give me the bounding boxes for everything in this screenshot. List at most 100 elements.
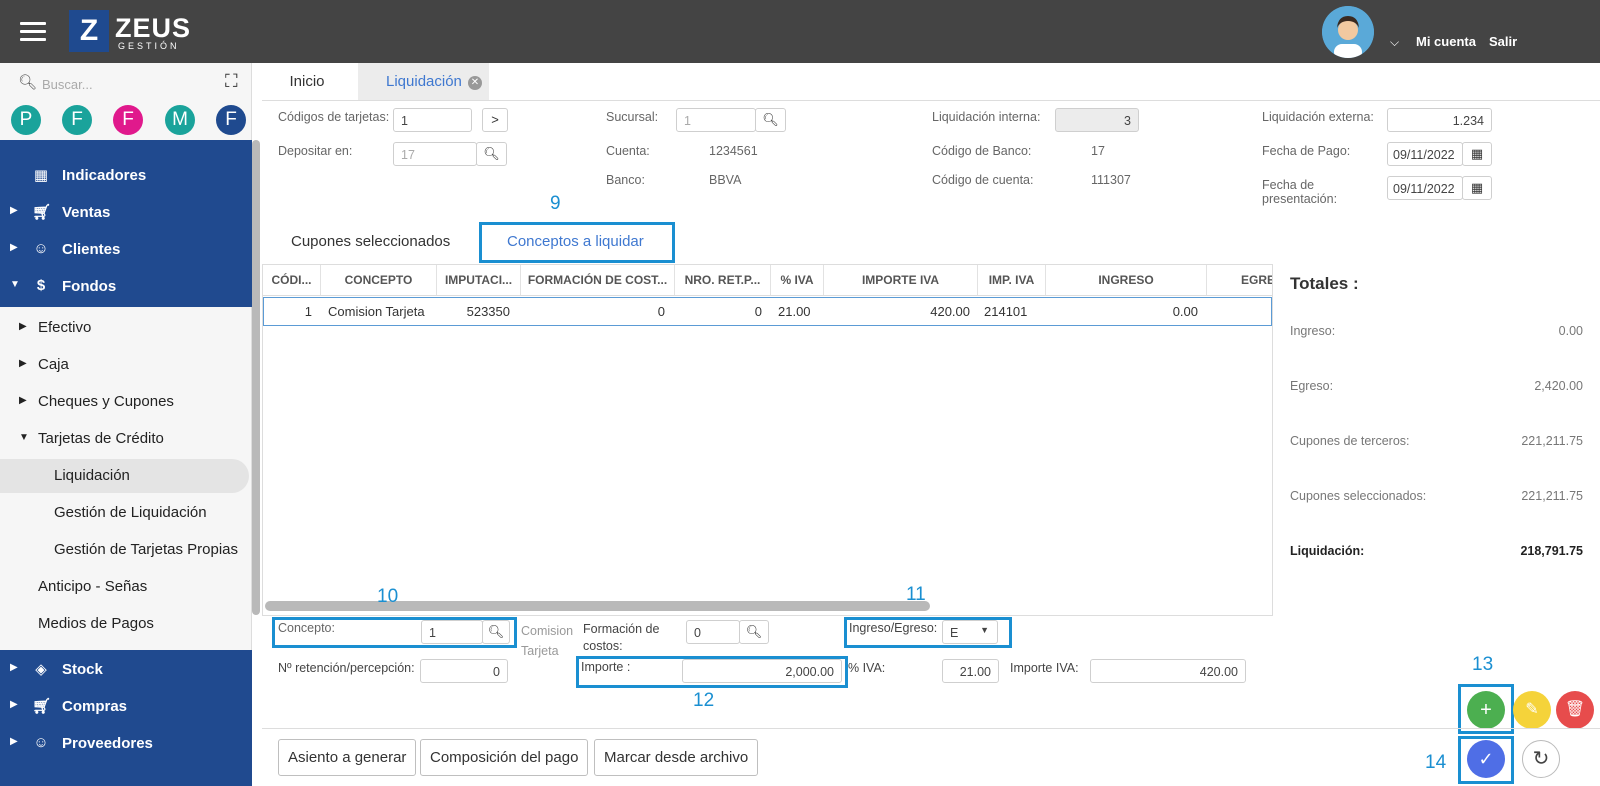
column-header[interactable]: CÓDI... [263, 265, 321, 295]
edit-button[interactable]: ✎ [1513, 691, 1551, 729]
users-icon: ☺ [33, 240, 49, 257]
account-menu[interactable]: Mi cuenta [1416, 34, 1476, 49]
next-button[interactable]: > [482, 108, 508, 132]
callout-10: 10 [377, 586, 399, 607]
asiento-button[interactable]: Asiento a generar [278, 739, 417, 776]
formacion-input[interactable]: 0 [686, 620, 740, 644]
column-header[interactable]: CONCEPTO [321, 265, 437, 295]
logout-link[interactable]: Salir [1489, 34, 1517, 49]
add-button[interactable]: + [1467, 691, 1505, 729]
retencion-label: Nº retención/percepción: [278, 661, 415, 675]
tab-cupones-seleccionados[interactable]: Cupones seleccionados [291, 233, 450, 250]
favorite-shortcut[interactable]: F [113, 105, 143, 135]
search-input[interactable]: Buscar... [42, 77, 93, 92]
sidebar-item-gestion-liquidacion[interactable]: Gestión de Liquidación [0, 496, 252, 530]
delete-button[interactable]: 🗑 [1556, 691, 1594, 729]
concepto-description: Comision Tarjeta [521, 624, 574, 658]
column-header[interactable]: IMPUTACI... [437, 265, 521, 295]
favorite-shortcut[interactable]: F [62, 105, 92, 135]
users-icon: ☺ [33, 734, 49, 751]
favorite-shortcut[interactable]: P [11, 105, 41, 135]
sidebar-item-efectivo[interactable]: ▶ Efectivo [0, 311, 252, 345]
confirm-button[interactable]: ✓ [1467, 740, 1505, 778]
fecha-pres-input[interactable]: 09/11/2022 [1387, 176, 1463, 200]
tab-liquidacion[interactable]: Liquidación ✕ [358, 63, 489, 100]
column-header[interactable]: EGRE [1207, 265, 1272, 295]
sidebar-item-fondos[interactable]: ▼ $ Fondos [0, 269, 252, 305]
composicion-button[interactable]: Composición del pago [420, 739, 589, 776]
table-row[interactable]: 1 Comision Tarjeta 523350 0 0 21.00 420.… [263, 297, 1272, 326]
importe-iva-label: Importe IVA: [1010, 661, 1079, 675]
search-icon: 🔍︎ [18, 74, 38, 91]
calendar-icon[interactable]: ▦ [1462, 142, 1492, 166]
logo-subtitle: GESTIÓN [118, 41, 180, 51]
sidebar-item-indicadores[interactable]: ▦ Indicadores [0, 158, 252, 194]
sucursal-label: Sucursal: [606, 110, 659, 124]
favorite-shortcut[interactable]: F [216, 105, 246, 135]
callout-14: 14 [1425, 752, 1447, 773]
sidebar-item-stock[interactable]: ▶ ◈ Stock [0, 652, 252, 688]
grid-horizontal-scrollbar[interactable] [265, 601, 930, 611]
marcar-archivo-button[interactable]: Marcar desde archivo [594, 739, 759, 776]
retencion-input[interactable]: 0 [420, 659, 508, 683]
refresh-button[interactable]: ↻ [1522, 740, 1560, 778]
sidebar-item-tarjetas[interactable]: ▼ Tarjetas de Crédito [0, 422, 252, 456]
search-button[interactable]: 🔍︎ [739, 620, 769, 644]
search-button[interactable]: 🔍︎ [476, 142, 507, 166]
cupones-seleccionados-label: Cupones seleccionados: [1290, 489, 1427, 503]
sidebar-item-clientes[interactable]: ▶ ☺ Clientes [0, 232, 252, 268]
cart-add-icon: 🛒︎ [32, 698, 52, 715]
sidebar-scrollbar[interactable] [252, 140, 260, 615]
highlight-box-9 [479, 222, 675, 263]
sidebar-item-ventas[interactable]: ▶ 🛒︎ Ventas [0, 195, 252, 231]
sidebar-search[interactable]: 🔍︎ Buscar... ⛶ [18, 71, 248, 97]
caret-right-icon: ▶ [10, 242, 18, 253]
column-header[interactable]: FORMACIÓN DE COST... [521, 265, 675, 295]
sidebar-item-caja[interactable]: ▶ Caja [0, 348, 252, 382]
column-header[interactable]: NRO. RET.P... [675, 265, 771, 295]
table-cell: 0 [657, 304, 665, 319]
menu-icon[interactable] [20, 22, 46, 42]
column-header[interactable]: IMP. IVA [978, 265, 1046, 295]
sucursal-input[interactable]: 1 [676, 108, 756, 132]
column-header[interactable]: IMPORTE IVA [824, 265, 978, 295]
sidebar-item-proveedores[interactable]: ▶ ☺ Proveedores [0, 726, 252, 762]
codigos-input[interactable]: 1 [393, 108, 472, 132]
liq-externa-input[interactable]: 1.234 [1387, 108, 1492, 132]
sidebar-item-compras[interactable]: ▶ 🛒︎ Compras [0, 689, 252, 725]
calendar-icon[interactable]: ▦ [1462, 176, 1492, 200]
favorite-shortcut[interactable]: M [165, 105, 195, 135]
tab-inicio[interactable]: Inicio [262, 63, 352, 100]
fecha-pago-input[interactable]: 09/11/2022 [1387, 142, 1463, 166]
table-cell: 214101 [984, 304, 1028, 319]
fullscreen-icon[interactable]: ⛶ [225, 71, 238, 92]
depositar-input[interactable]: 17 [393, 142, 477, 166]
callout-11: 11 [906, 584, 926, 605]
column-header[interactable]: INGRESO [1046, 265, 1207, 295]
sidebar-item-anticipo[interactable]: Anticipo - Señas [0, 570, 252, 604]
table-cell: 523350 [466, 304, 510, 319]
egreso-value: 2,420.00 [1534, 379, 1583, 393]
sidebar-item-medios-pagos[interactable]: Medios de Pagos [0, 607, 252, 641]
sidebar-item-cheques[interactable]: ▶ Cheques y Cupones [0, 385, 252, 419]
importe-iva-input[interactable]: 420.00 [1090, 659, 1246, 683]
search-button[interactable]: 🔍︎ [755, 108, 786, 132]
sidebar-item-tarjetas-propias[interactable]: Gestión de Tarjetas Propias [0, 533, 252, 567]
totals-title: Totales : [1290, 274, 1359, 293]
cod-banco-value: 17 [1091, 144, 1105, 158]
cod-cuenta-label: Código de cuenta: [932, 173, 1034, 187]
callout-13: 13 [1472, 654, 1494, 675]
iva-input[interactable]: 21.00 [942, 659, 999, 683]
column-header[interactable]: % IVA [771, 265, 824, 295]
user-avatar[interactable] [1322, 6, 1374, 58]
chevron-down-icon[interactable]: ⌵ [1390, 35, 1399, 50]
callout-9: 9 [550, 193, 561, 214]
close-icon[interactable]: ✕ [467, 76, 482, 90]
footer-bar: Asiento a generar Composición del pago M… [262, 728, 1600, 786]
top-bar: Z ZEUS GESTIÓN ⌵ Mi cuenta Salir [0, 0, 1600, 63]
cod-cuenta-value: 111307 [1091, 173, 1131, 187]
sidebar-item-liquidacion[interactable]: Liquidación [0, 459, 249, 493]
cod-banco-label: Código de Banco: [932, 144, 1032, 158]
layers-icon: ◈ [35, 661, 47, 678]
depositar-label: Depositar en: [278, 144, 353, 158]
